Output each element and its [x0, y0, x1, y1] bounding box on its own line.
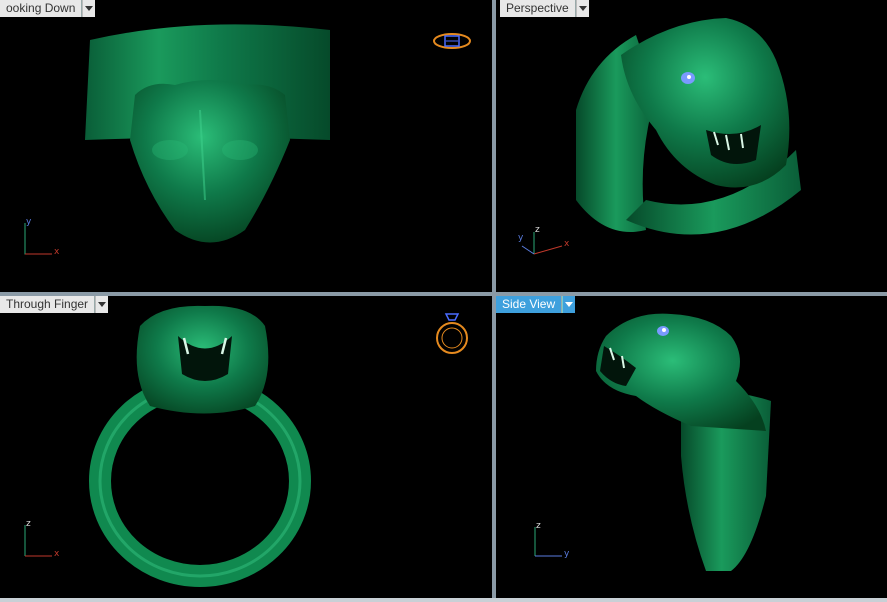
axis-label-z: z [536, 521, 541, 531]
ring-render-top [85, 24, 330, 243]
viewport-tab-label: Perspective [500, 0, 576, 17]
viewport-tab-looking-down[interactable]: ooking Down [0, 0, 96, 17]
viewport-side-view[interactable]: Side View z y [496, 296, 887, 598]
viewport-tab-perspective[interactable]: Perspective [500, 0, 589, 17]
viewport-tab-label: ooking Down [0, 0, 83, 17]
axis-label-z: z [535, 225, 540, 235]
ring-render-front [89, 305, 311, 587]
axis-indicator: z x [20, 520, 70, 560]
viewport-tab-side-view[interactable]: Side View [496, 296, 576, 313]
viewport-looking-down[interactable]: ooking Down y x [0, 0, 492, 292]
chevron-down-icon[interactable] [562, 296, 576, 313]
axis-label-x: x [54, 247, 60, 257]
axis-indicator: y x [20, 218, 70, 258]
status-strip [0, 598, 887, 602]
axis-label-x: x [564, 239, 570, 249]
ring-front-view-icon[interactable] [432, 304, 472, 356]
viewport-tab-label: Through Finger [0, 296, 96, 313]
axis-label-y: y [26, 217, 32, 227]
axis-label-y: y [564, 549, 570, 559]
axis-label-x: x [54, 549, 60, 559]
axis-indicator: z x y [518, 226, 578, 258]
viewport-tab-label: Side View [496, 296, 563, 313]
chevron-down-icon[interactable] [95, 296, 109, 313]
chevron-down-icon[interactable] [82, 0, 96, 17]
viewport-tab-through-finger[interactable]: Through Finger [0, 296, 109, 313]
axis-indicator: z y [530, 522, 580, 562]
axis-label-y: y [518, 233, 524, 243]
axis-label-z: z [26, 519, 31, 529]
chevron-down-icon[interactable] [575, 0, 589, 17]
viewport-through-finger[interactable]: Through Finger z x [0, 296, 492, 598]
ring-top-view-icon[interactable] [432, 30, 472, 52]
viewport-perspective[interactable]: Perspective z x y [496, 0, 887, 292]
